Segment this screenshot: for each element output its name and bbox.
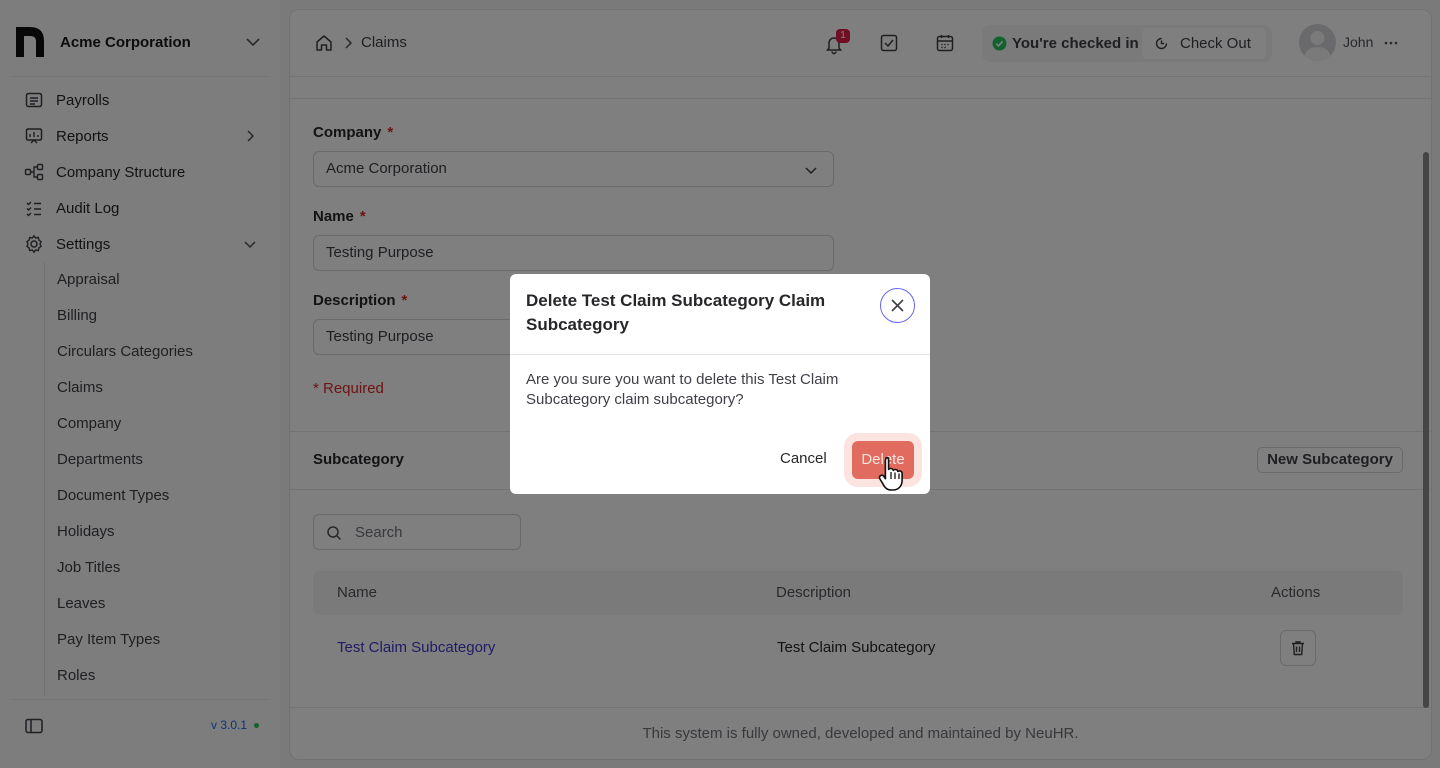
dialog-message: Are you sure you want to delete this Tes… <box>526 371 839 408</box>
close-icon <box>891 299 904 312</box>
close-dialog-button[interactable] <box>880 288 915 323</box>
hand-pointer-cursor-icon <box>878 456 903 491</box>
dialog-title: Delete Test Claim Subcategory Claim Subc… <box>526 291 826 334</box>
dialog-divider <box>510 354 930 355</box>
cancel-button[interactable]: Cancel <box>780 450 827 467</box>
delete-confirmation-dialog: Delete Test Claim Subcategory Claim Subc… <box>510 274 930 494</box>
